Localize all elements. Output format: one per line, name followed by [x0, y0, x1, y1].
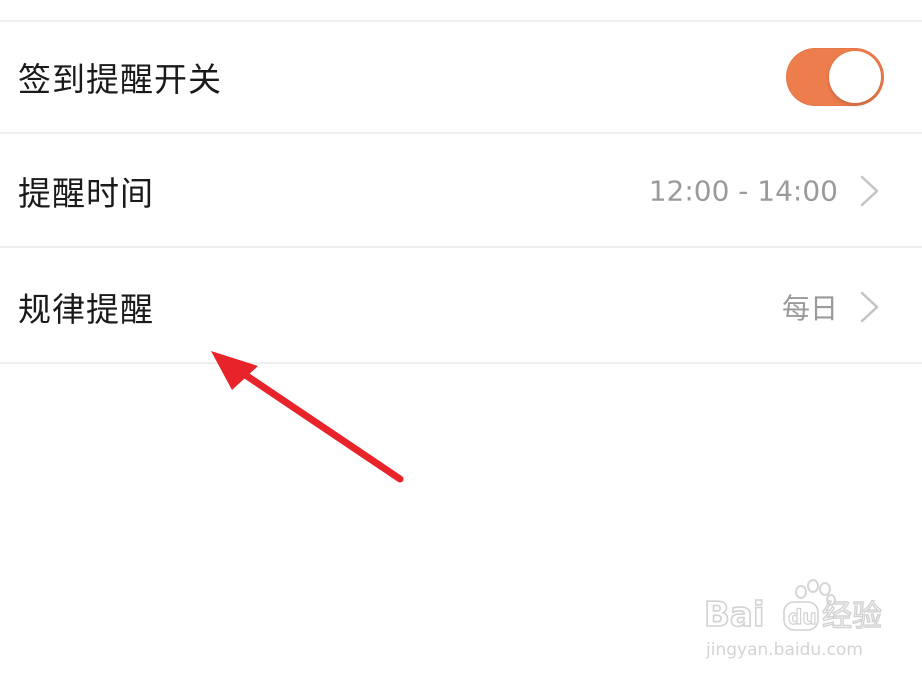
row-checkin-reminder-toggle[interactable]: 签到提醒开关: [0, 22, 922, 134]
svg-text:经验: 经验: [822, 599, 882, 634]
chevron-right-icon: [860, 291, 879, 323]
baidu-watermark: Bai du 经验 jingyan.baidu.com: [703, 579, 883, 660]
regular-reminder-value: 每日: [781, 292, 838, 325]
toggle-knob: [829, 51, 881, 103]
reminder-toggle-switch[interactable]: [786, 48, 884, 106]
row-label: 规律提醒: [18, 290, 154, 329]
reminder-time-value: 12:00 - 14:00: [648, 174, 838, 208]
row-label: 提醒时间: [18, 174, 154, 213]
settings-screen: 签到提醒开关 提醒时间 12:00 - 14:00 规律提醒 每日 Bai du…: [0, 0, 922, 678]
svg-text:du: du: [788, 605, 817, 629]
row-regular-reminder[interactable]: 规律提醒 每日: [0, 252, 922, 364]
row-label: 签到提醒开关: [18, 60, 222, 99]
row-reminder-time[interactable]: 提醒时间 12:00 - 14:00: [0, 136, 922, 248]
svg-text:jingyan.baidu.com: jingyan.baidu.com: [705, 640, 863, 660]
chevron-right-icon: [860, 175, 879, 207]
svg-text:Bai: Bai: [704, 595, 765, 635]
